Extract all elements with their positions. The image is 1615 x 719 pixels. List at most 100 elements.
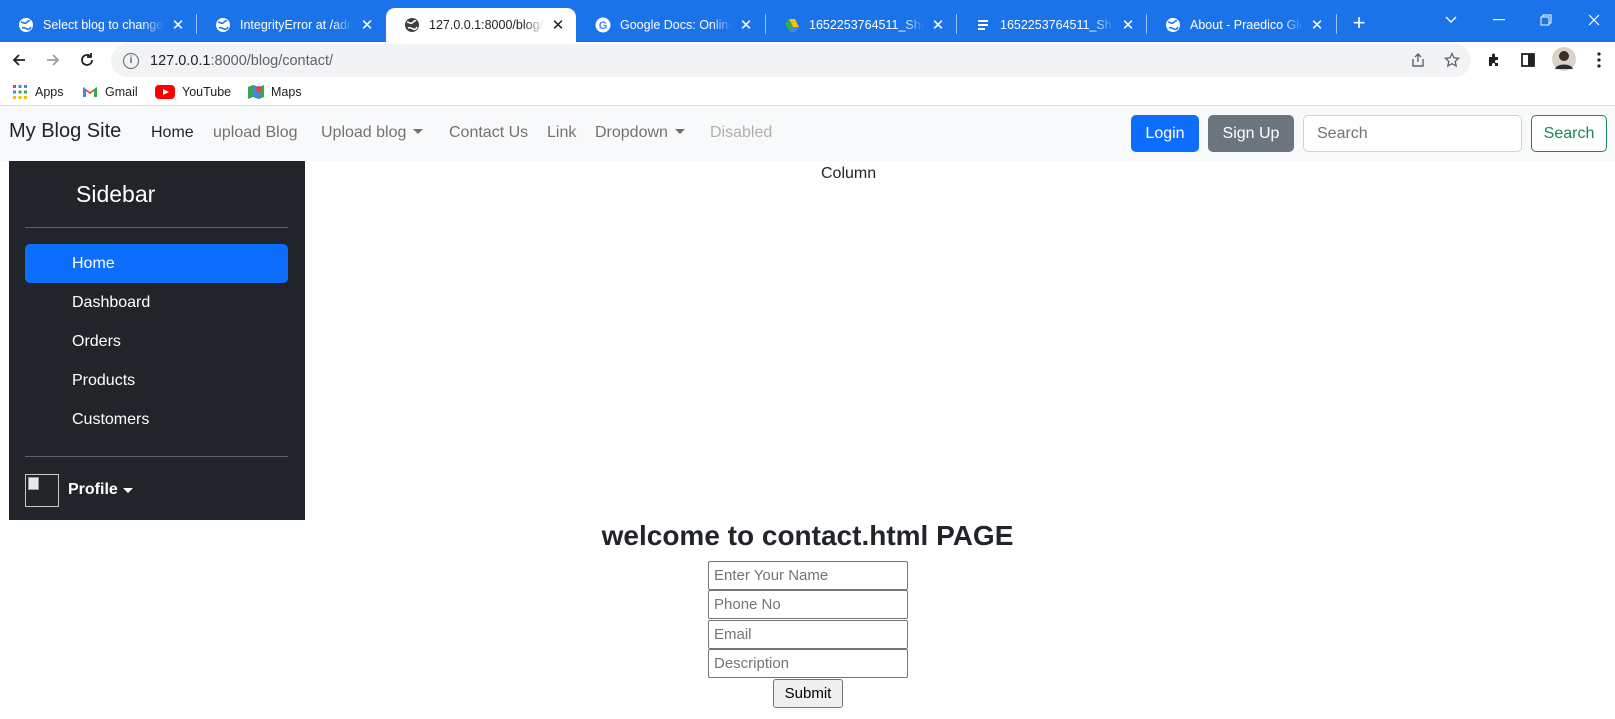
bookmark-gmail[interactable]: Gmail bbox=[82, 83, 138, 101]
profile-avatar[interactable] bbox=[1551, 46, 1577, 72]
close-icon[interactable]: ✕ bbox=[930, 16, 946, 34]
sidebar-profile-dropdown[interactable]: Profile bbox=[25, 473, 133, 507]
browser-tab-select-blog[interactable]: Select blog to change | Django site admi… bbox=[0, 8, 196, 42]
browser-tab-integrity-error[interactable]: IntegrityError at /admin/ ✕ bbox=[197, 8, 385, 42]
sidebar-item-orders[interactable]: Orders bbox=[25, 322, 288, 361]
youtube-icon bbox=[155, 84, 175, 100]
page-heading: welcome to contact.html PAGE bbox=[601, 520, 1014, 551]
sidebar-item-products[interactable]: Products bbox=[25, 361, 288, 400]
site-navbar: My Blog Site Home upload Blog Upload blo… bbox=[0, 106, 1615, 161]
close-icon[interactable]: ✕ bbox=[170, 16, 186, 34]
bookmark-apps[interactable]: Apps bbox=[12, 83, 64, 101]
close-icon[interactable]: ✕ bbox=[738, 16, 754, 34]
bookmark-label: Gmail bbox=[105, 85, 138, 99]
nav-link-link[interactable]: Link bbox=[547, 124, 576, 142]
share-icon[interactable] bbox=[1408, 50, 1428, 70]
globe-icon bbox=[215, 17, 231, 33]
name-input[interactable]: Enter Your Name bbox=[708, 561, 908, 590]
sidebar-title[interactable]: Sidebar bbox=[76, 181, 155, 208]
sidebar-item-dashboard[interactable]: Dashboard bbox=[25, 283, 288, 322]
browser-tab-praedico[interactable]: About - Praedico Global ✕ bbox=[1147, 8, 1335, 42]
bookmark-label: YouTube bbox=[182, 85, 232, 99]
browser-tab-contact-active[interactable]: 127.0.0.1:8000/blog/contact/ ✕ bbox=[386, 8, 576, 42]
tab-title: About - Praedico Global bbox=[1190, 18, 1303, 32]
bookmark-star-icon[interactable] bbox=[1442, 50, 1462, 70]
nav-link-upload-blog[interactable]: upload Blog bbox=[213, 124, 298, 142]
address-bar[interactable]: i 127.0.0.1:8000/blog/contact/ bbox=[111, 44, 1471, 77]
menu-kebab-icon[interactable] bbox=[1589, 50, 1609, 70]
forward-icon[interactable] bbox=[38, 45, 68, 75]
back-icon[interactable] bbox=[4, 45, 34, 75]
caret-down-icon bbox=[122, 487, 133, 493]
bookmarks-bar: Apps Gmail YouTube Maps bbox=[0, 79, 1615, 106]
phone-input[interactable]: Phone No bbox=[708, 590, 908, 619]
sidebar-item-customers[interactable]: Customers bbox=[25, 400, 288, 439]
close-icon[interactable]: ✕ bbox=[1309, 16, 1325, 34]
bookmark-youtube[interactable]: YouTube bbox=[155, 83, 231, 101]
close-icon[interactable]: ✕ bbox=[550, 16, 566, 34]
close-icon[interactable]: ✕ bbox=[1120, 16, 1136, 34]
sidebar: Sidebar Home Dashboard Orders Products C… bbox=[9, 161, 305, 520]
browser-toolbar: i 127.0.0.1:8000/blog/contact/ bbox=[0, 42, 1615, 79]
submit-button[interactable]: Submit bbox=[773, 679, 843, 708]
new-tab-button[interactable]: + bbox=[1346, 10, 1372, 36]
side-panel-icon[interactable] bbox=[1518, 50, 1538, 70]
caret-down-icon bbox=[674, 129, 685, 134]
tab-separator bbox=[1336, 14, 1337, 34]
description-input[interactable]: Description bbox=[708, 649, 908, 678]
nav-link-home[interactable]: Home bbox=[151, 124, 194, 142]
tab-title: Select blog to change | Django site admi… bbox=[43, 18, 164, 32]
tab-title: Google Docs: Online Document Editor bbox=[620, 18, 732, 32]
nav-dropdown-label: Upload blog bbox=[321, 124, 407, 141]
extensions-puzzle-icon[interactable] bbox=[1484, 50, 1504, 70]
navbar-brand[interactable]: My Blog Site bbox=[9, 120, 121, 143]
sidebar-divider bbox=[25, 227, 288, 228]
globe-icon bbox=[404, 17, 420, 33]
nav-link-disabled: Disabled bbox=[710, 124, 773, 141]
email-input[interactable]: Email bbox=[708, 620, 908, 649]
browser-tab-google-docs[interactable]: G Google Docs: Online Document Editor ✕ bbox=[577, 8, 764, 42]
bookmark-maps[interactable]: Maps bbox=[248, 83, 302, 101]
bookmark-label: Maps bbox=[271, 85, 302, 99]
restore-icon[interactable] bbox=[1526, 4, 1566, 36]
signup-button[interactable]: Sign Up bbox=[1208, 115, 1294, 152]
nav-dropdown-upload-blog[interactable]: Upload blog bbox=[321, 124, 424, 142]
nav-dropdown-label: Dropdown bbox=[595, 124, 668, 141]
caret-down-icon bbox=[413, 129, 424, 134]
bookmark-label: Apps bbox=[35, 85, 64, 99]
close-icon[interactable]: ✕ bbox=[359, 16, 375, 34]
maps-icon bbox=[248, 84, 264, 100]
browser-tab-docs-file[interactable]: 1652253764511_Shreya ✕ bbox=[957, 8, 1146, 42]
profile-label: Profile bbox=[68, 481, 118, 498]
login-button[interactable]: Login bbox=[1131, 115, 1199, 152]
globe-icon bbox=[18, 17, 34, 33]
nav-dropdown-dropdown[interactable]: Dropdown bbox=[595, 124, 685, 142]
address-path: :8000/blog/contact/ bbox=[210, 52, 334, 69]
info-icon[interactable]: i bbox=[123, 52, 139, 69]
tab-title: IntegrityError at /admin/ bbox=[240, 18, 353, 32]
browser-tab-drive-file[interactable]: 1652253764511_Shreya ✕ bbox=[766, 8, 956, 42]
sidebar-divider bbox=[25, 456, 288, 457]
apps-grid-icon bbox=[12, 84, 28, 100]
docs-icon bbox=[975, 17, 991, 33]
broken-image-icon bbox=[25, 473, 59, 507]
minimize-icon[interactable] bbox=[1479, 4, 1519, 36]
gmail-icon bbox=[82, 84, 98, 100]
tab-title: 1652253764511_Shreya bbox=[1000, 18, 1114, 32]
browser-tab-strip: Select blog to change | Django site admi… bbox=[0, 0, 1615, 42]
tab-title: 1652253764511_Shreya bbox=[809, 18, 924, 32]
search-button[interactable]: Search bbox=[1531, 115, 1607, 152]
column-label: Column bbox=[821, 165, 877, 182]
globe-icon bbox=[1165, 17, 1181, 33]
nav-link-contact-us[interactable]: Contact Us bbox=[449, 124, 528, 142]
reload-icon[interactable] bbox=[72, 45, 102, 75]
google-drive-icon bbox=[784, 17, 800, 33]
search-input[interactable]: Search bbox=[1303, 115, 1522, 152]
svg-text:G: G bbox=[599, 20, 608, 32]
address-host: 127.0.0.1 bbox=[150, 52, 211, 69]
google-icon: G bbox=[595, 17, 611, 33]
sidebar-item-home[interactable]: Home bbox=[25, 244, 288, 283]
tab-title: 127.0.0.1:8000/blog/contact/ bbox=[429, 18, 544, 32]
close-window-icon[interactable] bbox=[1574, 4, 1614, 36]
tab-search-chevron-icon[interactable] bbox=[1431, 4, 1471, 36]
